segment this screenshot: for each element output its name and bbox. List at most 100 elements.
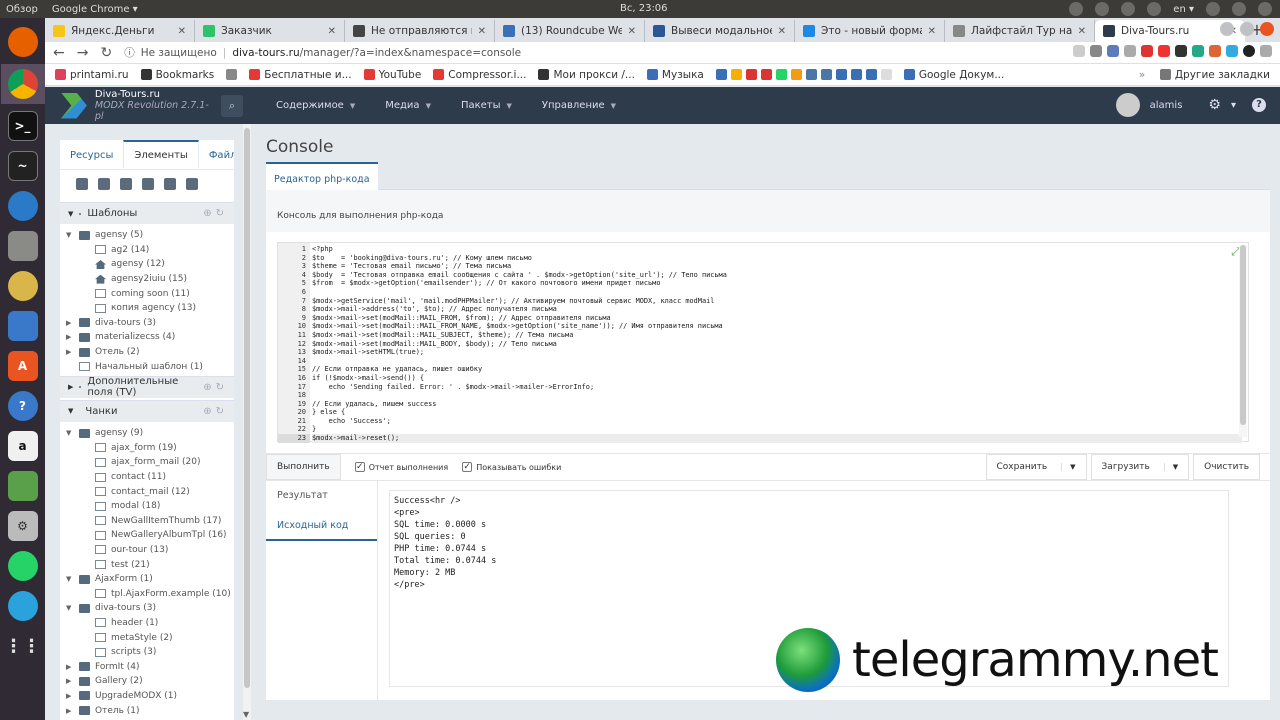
- chrome-icon[interactable]: [0, 64, 45, 104]
- extension-icon[interactable]: [1158, 45, 1170, 57]
- section-actions-icon[interactable]: ⊕↻: [203, 406, 228, 417]
- checkbox-checked-icon[interactable]: ✓: [354, 462, 365, 472]
- code-line[interactable]: echo 'Sending failed. Error: ' . $modx->…: [312, 383, 1242, 392]
- tree-node[interactable]: Начальный шаблон (1): [66, 359, 234, 374]
- sidebar-scrollbar[interactable]: [243, 124, 251, 720]
- chrome-tray-icon[interactable]: [1147, 2, 1162, 16]
- whatsapp-icon[interactable]: [7, 551, 38, 581]
- bookmark-icon[interactable]: [745, 69, 757, 80]
- tree-node[interactable]: NewGallItemThumb (17): [66, 514, 234, 529]
- volume-icon[interactable]: [1232, 2, 1246, 16]
- tab-source-code[interactable]: Исходный код: [266, 511, 377, 541]
- tab-close-icon[interactable]: ✕: [628, 26, 636, 37]
- tab-close-icon[interactable]: ✕: [1078, 26, 1086, 37]
- code-line[interactable]: // Если удалась, пишем success: [312, 400, 1242, 409]
- new-tv-icon[interactable]: [98, 178, 110, 190]
- menu-icon[interactable]: [1260, 45, 1272, 57]
- expand-icon[interactable]: ▶: [66, 333, 74, 341]
- code-line[interactable]: $to = 'booking@diva-tours.ru'; // Кому ш…: [312, 254, 1242, 263]
- power-icon[interactable]: [1258, 2, 1272, 16]
- bookmark-icons-group[interactable]: [715, 69, 892, 80]
- bookmark-icon[interactable]: [730, 69, 742, 80]
- chevron-down-icon[interactable]: ▾: [1231, 100, 1236, 111]
- chevron-down-icon[interactable]: ▼: [1163, 463, 1178, 471]
- expand-icon[interactable]: ▶: [66, 707, 74, 715]
- collapse-icon[interactable]: ▼: [68, 407, 73, 415]
- tab-close-icon[interactable]: ✕: [328, 26, 336, 37]
- tree-node[interactable]: test (21): [66, 557, 234, 572]
- tree-node[interactable]: agensy2iuiu (15): [66, 272, 234, 287]
- expand-icon[interactable]: ▶: [66, 319, 74, 327]
- tree-node[interactable]: ▶ FormIt (4): [66, 659, 234, 674]
- gmail-icon[interactable]: [760, 69, 772, 80]
- new-snippet-icon[interactable]: [142, 178, 154, 190]
- maximize-icon[interactable]: [1240, 22, 1254, 36]
- code-line[interactable]: echo 'Success';: [312, 417, 1242, 426]
- help-icon[interactable]: ?: [1252, 98, 1266, 112]
- tree-node[interactable]: scripts (3): [66, 645, 234, 660]
- code-line[interactable]: $modx->mail->address('to', $to); // Адре…: [312, 305, 1242, 314]
- tree-node[interactable]: ▼ AjaxForm (1): [66, 572, 234, 587]
- tree-node[interactable]: ▶ materializecss (4): [66, 330, 234, 345]
- files-icon[interactable]: [7, 231, 38, 261]
- search-icon[interactable]: ⌕: [221, 94, 243, 117]
- extension-icon[interactable]: [1141, 45, 1153, 57]
- expand-icon[interactable]: ▶: [66, 348, 74, 356]
- extension-icon[interactable]: [1192, 45, 1204, 57]
- expand-icon[interactable]: ▶: [66, 677, 74, 685]
- bookmark[interactable]: Бесплатные и...: [249, 69, 352, 81]
- profile-icon[interactable]: [1243, 45, 1255, 57]
- bookmark-icon[interactable]: [865, 69, 877, 80]
- code-line[interactable]: [312, 357, 1242, 366]
- section-chunks[interactable]: ▼ Чанки ⊕↻: [60, 399, 234, 422]
- reload-icon[interactable]: ↻: [100, 45, 112, 61]
- browser-tab[interactable]: Вывеси модальное с ✕: [645, 20, 795, 42]
- extension-icon[interactable]: [1209, 45, 1221, 57]
- tree-node[interactable]: header (1): [66, 616, 234, 631]
- tab-close-icon[interactable]: ✕: [778, 26, 786, 37]
- bookmark[interactable]: Google Докум...: [903, 69, 1004, 81]
- system-monitor-icon[interactable]: ~: [7, 151, 38, 181]
- clear-button[interactable]: Очистить: [1193, 454, 1260, 480]
- other-bookmarks[interactable]: » Другие закладки: [1139, 69, 1270, 81]
- menu-media[interactable]: Медиа ▼: [370, 100, 446, 111]
- code-text[interactable]: <?php $to = 'booking@diva-tours.ru'; // К…: [312, 245, 1242, 443]
- scrollbar-thumb[interactable]: [1240, 245, 1246, 425]
- code-line[interactable]: $modx->getService('mail', 'mail.modPHPMa…: [312, 297, 1242, 306]
- code-line[interactable]: <?php: [312, 245, 1242, 254]
- tab-result[interactable]: Результат: [266, 481, 377, 511]
- network-icon[interactable]: [1206, 2, 1220, 16]
- new-template-icon[interactable]: [76, 178, 88, 190]
- editor-scrollbar[interactable]: [1239, 245, 1247, 437]
- browser-tab[interactable]: Яндекс.Деньги ✕: [45, 20, 195, 42]
- code-line[interactable]: $modx->mail->set(modMail::MAIL_BODY, $bo…: [312, 340, 1242, 349]
- minimize-icon[interactable]: [1220, 22, 1234, 36]
- collapse-icon[interactable]: ▼: [66, 429, 74, 437]
- browser-tab[interactable]: (13) Roundcube Web ✕: [495, 20, 645, 42]
- bookmark[interactable]: printami.ru: [55, 69, 129, 81]
- code-line[interactable]: // Если отправка не удалась, пишет ошибк…: [312, 365, 1242, 374]
- bookmark[interactable]: YouTube: [363, 69, 421, 81]
- code-line[interactable]: $modx->mail->reset();: [312, 434, 1242, 443]
- vk-icon[interactable]: [805, 69, 817, 80]
- overview-button[interactable]: Обзор: [6, 4, 38, 15]
- whatsapp-tray-icon[interactable]: [1121, 2, 1136, 16]
- extension-icon[interactable]: [1226, 45, 1238, 57]
- bookmark-icon[interactable]: [790, 69, 802, 80]
- section-tvs[interactable]: ▶ Дополнительные поля (TV) ⊕↻: [60, 375, 234, 398]
- writer-icon[interactable]: [7, 311, 38, 341]
- collapse-icon[interactable]: ▼: [66, 575, 74, 583]
- bookmark[interactable]: Музыка: [646, 69, 704, 81]
- extension-icon[interactable]: [1090, 45, 1102, 57]
- errors-checkbox[interactable]: ✓ Показывать ошибки: [462, 462, 561, 472]
- clock[interactable]: Вс, 23:06: [620, 3, 668, 14]
- extension-icon[interactable]: [1175, 45, 1187, 57]
- forward-icon[interactable]: →: [77, 45, 89, 61]
- tab-elements[interactable]: Элементы: [123, 140, 199, 169]
- info-icon[interactable]: ⓘ: [124, 45, 135, 60]
- code-line[interactable]: $modx->mail->set(modMail::MAIL_FROM_NAME…: [312, 322, 1242, 331]
- tab-resources[interactable]: Ресурсы: [60, 140, 123, 169]
- app-menu[interactable]: Google Chrome ▾: [52, 4, 138, 15]
- expand-icon[interactable]: ▶: [68, 383, 73, 391]
- extension-icon[interactable]: [1124, 45, 1136, 57]
